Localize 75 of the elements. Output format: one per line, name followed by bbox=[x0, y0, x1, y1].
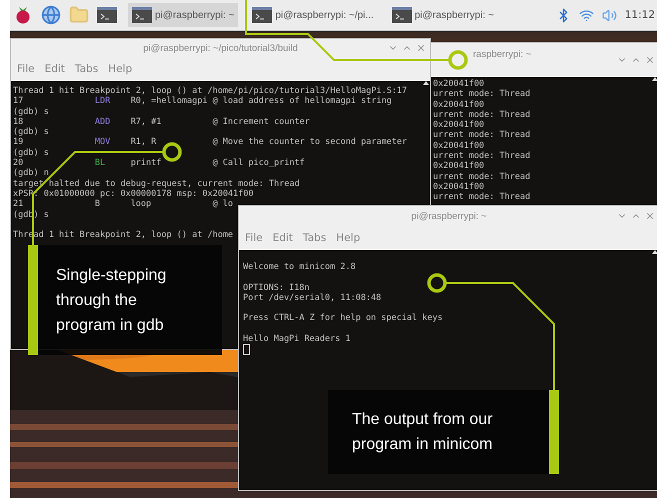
clock: 11:12 bbox=[624, 9, 655, 21]
terminal-line: target halted due to debug-request, current mode: Thread bbox=[13, 178, 300, 189]
terminal-line: urrent mode: Thread bbox=[433, 110, 530, 120]
menu-item[interactable]: File bbox=[245, 232, 263, 244]
menu-item[interactable]: File bbox=[17, 63, 35, 75]
terminal-icon bbox=[132, 7, 152, 23]
window-title: pi@raspberrypi: ~ bbox=[411, 210, 487, 222]
terminal-line: Hello MagPi Readers 1 bbox=[243, 334, 350, 344]
menu-item[interactable]: Edit bbox=[44, 63, 65, 75]
terminal-line: (gdb) s bbox=[13, 106, 49, 117]
operands: R7, #1 bbox=[130, 116, 162, 128]
terminal-line: 0x20041f00 bbox=[433, 140, 484, 152]
line-number: 21 bbox=[13, 199, 24, 210]
terminal-line: Thread 1 hit Breakpoint 2, loop () at /home/pi/pico/tutorial3/HelloMagPi.S:17 bbox=[13, 86, 408, 96]
wifi-icon[interactable] bbox=[578, 8, 594, 22]
code-comment: @ Increment counter bbox=[212, 116, 311, 128]
scroll-up-icon[interactable] bbox=[423, 81, 429, 85]
scroll-up-icon[interactable] bbox=[652, 250, 657, 254]
instruction: B bbox=[94, 199, 101, 210]
menu-item[interactable]: Tabs bbox=[74, 63, 98, 75]
instruction: LDR bbox=[94, 96, 112, 107]
line-number: 17 bbox=[13, 96, 24, 107]
terminal-line: 0x20041f00 bbox=[433, 100, 484, 110]
line-number: 18 bbox=[13, 116, 24, 128]
terminal-line: urrent mode: Thread bbox=[433, 89, 530, 100]
operands: R0, =hellomagpi bbox=[130, 96, 208, 107]
terminal-line: Welcome to minicom 2.8 bbox=[243, 262, 356, 272]
instruction: MOV bbox=[94, 137, 112, 148]
terminal-line: 0x20041f00 bbox=[433, 120, 484, 130]
menu-item[interactable]: Edit bbox=[272, 232, 293, 244]
operands: printf bbox=[130, 158, 162, 168]
terminal-line: urrent mode: Thread bbox=[433, 130, 530, 141]
terminal-line: (gdb) s bbox=[13, 127, 49, 138]
taskbar-window-button[interactable]: pi@raspberrypi: ~/pi... bbox=[248, 3, 378, 27]
terminal-icon bbox=[97, 7, 117, 23]
menu-item[interactable]: Help bbox=[108, 63, 132, 75]
operands: loop bbox=[130, 199, 152, 210]
terminal-line: urrent mode: Thread bbox=[433, 172, 530, 182]
volume-icon[interactable] bbox=[602, 8, 617, 22]
terminal-line: (gdb) s bbox=[13, 148, 49, 158]
globe-icon[interactable] bbox=[41, 5, 61, 25]
menu-item[interactable]: Tabs bbox=[302, 232, 326, 244]
terminal-icon bbox=[252, 7, 272, 23]
close-icon[interactable] bbox=[645, 211, 655, 221]
scroll-up-icon[interactable] bbox=[652, 77, 657, 81]
window-title: pi@raspberrypi: ~/pico/tutorial3/build bbox=[143, 42, 298, 54]
code-comment: @ lo bbox=[212, 199, 234, 210]
taskbar-window-button[interactable]: pi@raspberrypi: ~ bbox=[128, 3, 238, 27]
terminal-line: urrent mode: Thread bbox=[433, 192, 530, 203]
code-comment: @ Move the counter to second parameter bbox=[212, 137, 408, 148]
menu-item[interactable]: Help bbox=[336, 232, 360, 244]
line-number: 20 bbox=[13, 158, 24, 168]
taskbar-window-button[interactable]: pi@raspberrypi: ~ bbox=[388, 3, 498, 27]
terminal-line: 0x20041f00 bbox=[433, 79, 484, 90]
terminal-line: OPTIONS: I18n bbox=[243, 282, 310, 293]
instruction: ADD bbox=[94, 116, 112, 128]
text-cursor bbox=[243, 344, 250, 356]
window-title: raspberrypi: ~ bbox=[473, 49, 532, 60]
close-icon[interactable] bbox=[416, 43, 426, 53]
terminal-line: urrent mode: Thread bbox=[433, 151, 530, 162]
raspberry-icon[interactable] bbox=[14, 5, 32, 25]
instruction: BL bbox=[94, 158, 106, 168]
caption-text: The output from our program in minicom bbox=[352, 410, 494, 455]
terminal-line: (gdb) n bbox=[13, 168, 49, 179]
operands: R1, R bbox=[130, 137, 158, 148]
line-number: 19 bbox=[13, 137, 24, 148]
terminal-icon bbox=[392, 7, 412, 23]
code-comment: @ load address of hellomagpi string bbox=[212, 96, 393, 107]
close-icon[interactable] bbox=[645, 55, 655, 65]
terminal-line: 0x20041f00 bbox=[433, 161, 484, 172]
terminal-line: Port /dev/serial0, 11:08:48 bbox=[243, 292, 382, 304]
terminal-line: Press CTRL-A Z for help on special keys bbox=[243, 313, 443, 324]
code-comment: @ Call pico_printf bbox=[212, 158, 306, 168]
caption-text: Single-stepping through the program in gdb bbox=[56, 266, 168, 336]
terminal-line: 0x20041f00 bbox=[433, 182, 484, 192]
